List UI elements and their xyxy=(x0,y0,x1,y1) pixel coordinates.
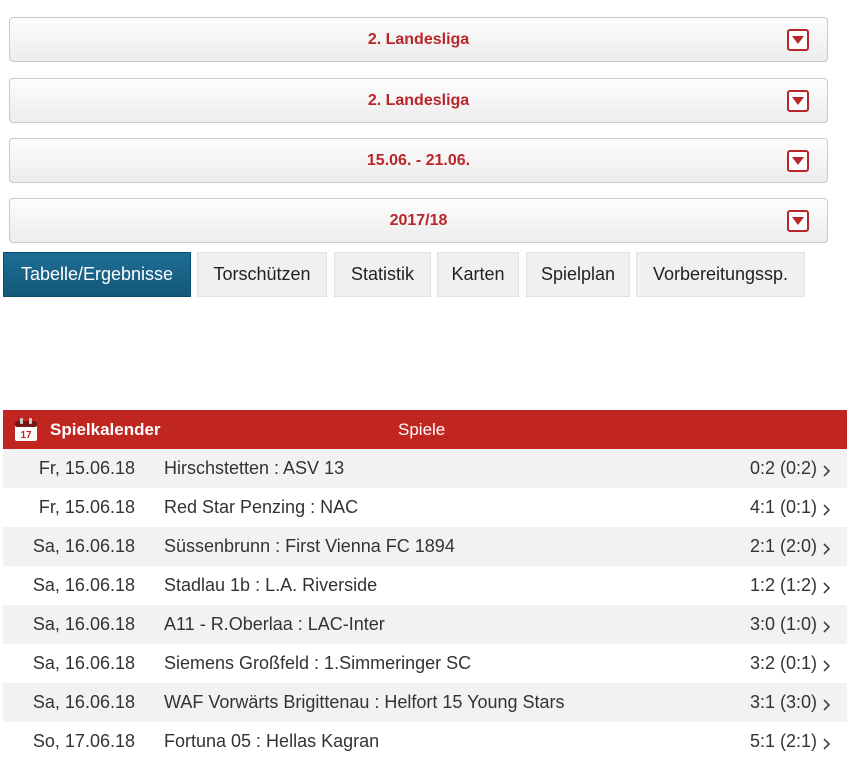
chevron-right-icon xyxy=(823,656,831,677)
chevron-right-icon xyxy=(823,695,831,716)
match-row[interactable]: So, 17.06.18 Fortuna 05 : Hellas Kagran … xyxy=(3,722,847,761)
match-teams: Fortuna 05 : Hellas Kagran xyxy=(164,731,380,751)
match-score: 0:2 (0:2) xyxy=(749,458,817,478)
calendar-title: Spielkalender xyxy=(50,420,161,439)
division-dropdown[interactable]: 2. Landesliga xyxy=(9,78,828,123)
tab-vorbereitungsspiele[interactable]: Vorbereitungssp. xyxy=(636,252,805,297)
match-score: 3:2 (0:1) xyxy=(749,653,817,673)
match-teams: A11 - R.Oberlaa : LAC-Inter xyxy=(164,614,385,634)
match-date: Sa, 16.06.18 xyxy=(32,692,135,712)
match-row[interactable]: Fr, 15.06.18 Hirschstetten : ASV 13 0:2 … xyxy=(3,449,847,488)
dropdown-label: 2017/18 xyxy=(389,211,448,229)
tab-torschuetzen[interactable]: Torschützen xyxy=(197,252,327,297)
dropdown-label: 2. Landesliga xyxy=(367,91,470,109)
calendar-subtitle: Spiele xyxy=(398,420,446,439)
match-teams: Stadlau 1b : L.A. Riverside xyxy=(164,575,378,595)
chevron-right-icon xyxy=(823,734,831,755)
league-dropdown[interactable]: 2. Landesliga xyxy=(9,17,828,62)
match-teams: WAF Vorwärts Brigittenau : Helfort 15 Yo… xyxy=(164,692,565,712)
calendar-icon: 17 xyxy=(14,418,38,447)
dropdown-arrow-icon[interactable] xyxy=(787,29,809,51)
tab-spielplan[interactable]: Spielplan xyxy=(526,252,630,297)
match-list: Fr, 15.06.18 Hirschstetten : ASV 13 0:2 … xyxy=(3,449,847,761)
match-score: 5:1 (2:1) xyxy=(749,731,817,751)
match-score: 2:1 (2:0) xyxy=(749,536,817,556)
match-date: Sa, 16.06.18 xyxy=(32,653,135,673)
match-date: Sa, 16.06.18 xyxy=(32,536,135,556)
match-date: Sa, 16.06.18 xyxy=(32,575,135,595)
date-range-dropdown[interactable]: 15.06. - 21.06. xyxy=(9,138,828,183)
chevron-right-icon xyxy=(823,578,831,599)
match-score: 1:2 (1:2) xyxy=(749,575,817,595)
match-row[interactable]: Sa, 16.06.18 Siemens Großfeld : 1.Simmer… xyxy=(3,644,847,683)
tab-karten[interactable]: Karten xyxy=(437,252,519,297)
dropdown-label: 15.06. - 21.06. xyxy=(366,151,471,169)
match-row[interactable]: Fr, 15.06.18 Red Star Penzing : NAC 4:1 … xyxy=(3,488,847,527)
match-date: Fr, 15.06.18 xyxy=(38,458,135,478)
match-date: Fr, 15.06.18 xyxy=(38,497,135,517)
calendar-icon-day: 17 xyxy=(20,430,32,441)
match-date: Sa, 16.06.18 xyxy=(32,614,135,634)
tab-tabelle-ergebnisse[interactable]: Tabelle/Ergebnisse xyxy=(3,252,191,297)
calendar-header: 17 Spielkalender Spiele xyxy=(3,410,847,449)
match-teams: Hirschstetten : ASV 13 xyxy=(164,458,345,478)
match-score: 4:1 (0:1) xyxy=(749,497,817,517)
match-date: So, 17.06.18 xyxy=(32,731,135,751)
dropdown-arrow-icon[interactable] xyxy=(787,90,809,112)
season-dropdown[interactable]: 2017/18 xyxy=(9,198,828,243)
dropdown-label: 2. Landesliga xyxy=(367,30,470,48)
dropdown-arrow-icon[interactable] xyxy=(787,210,809,232)
match-row[interactable]: Sa, 16.06.18 Süssenbrunn : First Vienna … xyxy=(3,527,847,566)
chevron-right-icon xyxy=(823,461,831,482)
match-teams: Süssenbrunn : First Vienna FC 1894 xyxy=(164,536,455,556)
chevron-right-icon xyxy=(823,500,831,521)
match-row[interactable]: Sa, 16.06.18 WAF Vorwärts Brigittenau : … xyxy=(3,683,847,722)
match-teams: Siemens Großfeld : 1.Simmeringer SC xyxy=(164,653,472,673)
match-score: 3:0 (1:0) xyxy=(749,614,817,634)
dropdown-arrow-icon[interactable] xyxy=(787,150,809,172)
chevron-right-icon xyxy=(823,617,831,638)
match-row[interactable]: Sa, 16.06.18 A11 - R.Oberlaa : LAC-Inter… xyxy=(3,605,847,644)
match-teams: Red Star Penzing : NAC xyxy=(164,497,359,517)
chevron-right-icon xyxy=(823,539,831,560)
tab-statistik[interactable]: Statistik xyxy=(334,252,431,297)
match-score: 3:1 (3:0) xyxy=(749,692,817,712)
match-row[interactable]: Sa, 16.06.18 Stadlau 1b : L.A. Riverside… xyxy=(3,566,847,605)
